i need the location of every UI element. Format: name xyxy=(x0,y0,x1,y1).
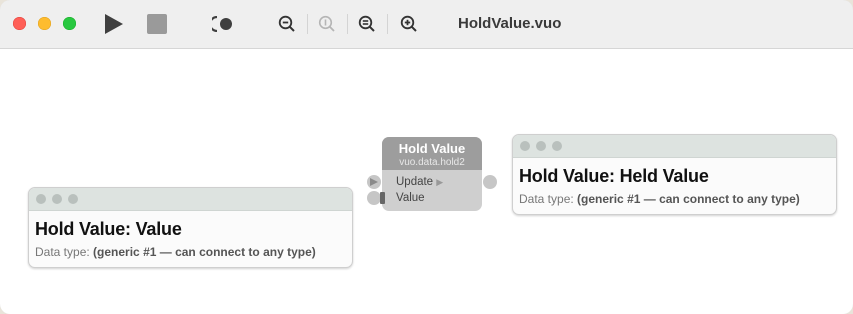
port-label: Update xyxy=(396,176,434,188)
title-bar: HoldValue.vuo xyxy=(0,0,853,49)
editor-window: HoldValue.vuo Hold Value: Value Data typ… xyxy=(0,0,853,314)
data-type-value: (generic #1 — can connect to any type) xyxy=(93,245,316,259)
data-type-value: (generic #1 — can connect to any type) xyxy=(577,192,800,206)
hold-value-node[interactable]: Hold Value vuo.data.hold2 Update ▶ Value xyxy=(382,137,482,211)
popover-zoom-dot[interactable] xyxy=(68,194,78,204)
popover-minimize-dot[interactable] xyxy=(536,141,546,151)
input-port-popover[interactable]: Hold Value: Value Data type: (generic #1… xyxy=(28,187,353,268)
output-port-popover[interactable]: Hold Value: Held Value Data type: (gener… xyxy=(512,134,837,215)
value-input-port[interactable] xyxy=(367,191,381,205)
data-type-label: Data type: xyxy=(35,245,90,259)
held-value-output-port[interactable] xyxy=(483,175,497,189)
popover-data-type: Data type: (generic #1 — can connect to … xyxy=(519,192,836,206)
event-arrow-icon: ▶ xyxy=(436,177,444,187)
port-connection-marker xyxy=(380,192,385,204)
popover-header[interactable] xyxy=(29,188,352,211)
node-header[interactable]: Hold Value vuo.data.hold2 xyxy=(382,137,482,170)
window-title: HoldValue.vuo xyxy=(458,15,562,32)
node-title: Hold Value xyxy=(398,141,466,156)
popover-close-dot[interactable] xyxy=(520,141,530,151)
popover-data-type: Data type: (generic #1 — can connect to … xyxy=(35,245,352,259)
popover-title: Hold Value: Value xyxy=(35,219,182,239)
popover-close-dot[interactable] xyxy=(36,194,46,204)
event-only-port-icon xyxy=(370,178,378,186)
popover-title: Hold Value: Held Value xyxy=(519,166,709,186)
popover-minimize-dot[interactable] xyxy=(52,194,62,204)
value-port-label: Value xyxy=(396,192,425,204)
node-class-name: vuo.data.hold2 xyxy=(399,157,465,168)
data-type-label: Data type: xyxy=(519,192,574,206)
popover-zoom-dot[interactable] xyxy=(552,141,562,151)
update-port-label: Update ▶ xyxy=(396,176,443,188)
popover-header[interactable] xyxy=(513,135,836,158)
